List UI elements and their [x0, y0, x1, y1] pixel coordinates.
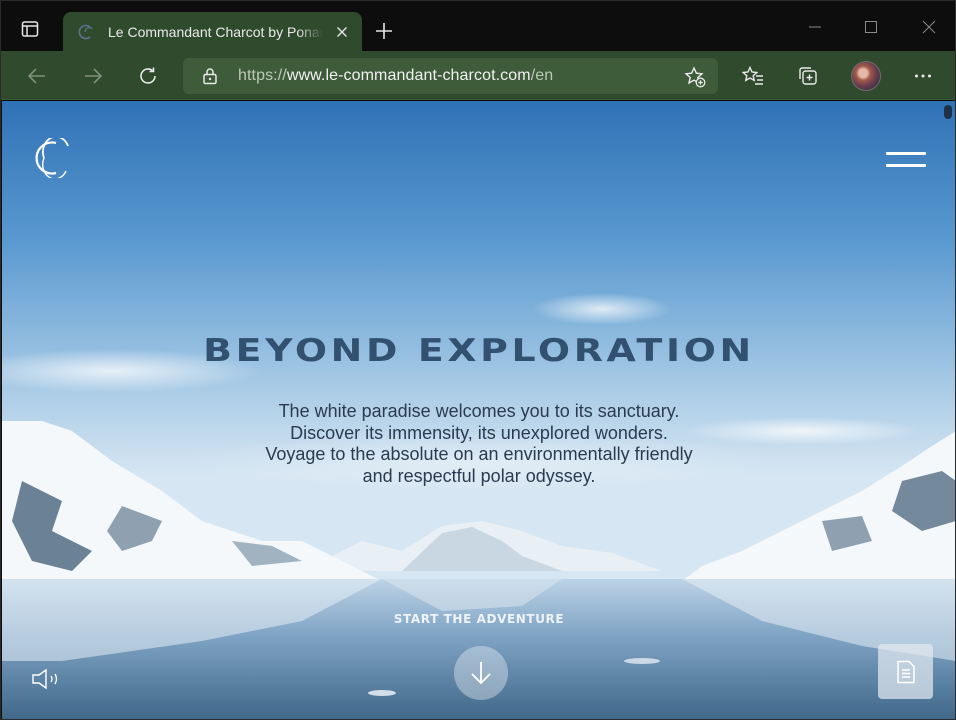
ponant-logo-icon[interactable]	[26, 135, 72, 180]
tab-actions-icon[interactable]	[15, 14, 45, 44]
scrollbar-thumb[interactable]	[944, 105, 952, 119]
hero-headline: BEYOND EXPLORATION	[203, 333, 755, 369]
plus-icon[interactable]	[371, 18, 397, 44]
hero-intro: The white paradise welcomes you to its s…	[219, 401, 739, 487]
intro-line: Discover its immensity, its unexplored w…	[290, 422, 668, 443]
start-adventure-link[interactable]: START THE ADVENTURE	[2, 612, 955, 626]
url-scheme: https://	[238, 67, 287, 84]
browser-toolbar: https://www.le-commandant-charcot.com/en	[1, 51, 955, 100]
title-bar: Le Commandant Charcot by Ponant	[1, 1, 955, 52]
browser-window: Le Commandant Charcot by Ponant https://…	[0, 0, 956, 720]
intro-line: The white paradise welcomes you to its s…	[278, 401, 680, 421]
close-icon[interactable]	[914, 13, 944, 41]
tab-title: Le Commandant Charcot by Ponant	[108, 24, 323, 40]
ponant-logo-icon	[77, 23, 95, 41]
document-icon	[896, 660, 916, 684]
hamburger-menu-icon[interactable]	[886, 151, 928, 169]
close-tab-icon[interactable]	[332, 22, 352, 42]
more-icon[interactable]	[909, 62, 937, 90]
url-text[interactable]: https://www.le-commandant-charcot.com/en	[238, 67, 553, 85]
favorites-icon[interactable]	[739, 62, 767, 90]
url-path: /en	[530, 67, 554, 84]
scroll-down-button[interactable]	[454, 646, 508, 700]
intro-line: Voyage to the absolute on an environment…	[265, 444, 693, 464]
star-plus-icon[interactable]	[684, 66, 706, 88]
url-domain: www.le-commandant-charcot.com	[286, 67, 531, 84]
lock-icon[interactable]	[201, 67, 219, 85]
arrow-down-icon	[469, 660, 493, 686]
arrow-right-icon[interactable]	[79, 62, 107, 90]
minimize-icon[interactable]	[800, 13, 830, 41]
web-page: BEYOND EXPLORATION The white paradise we…	[2, 101, 955, 719]
brochure-button[interactable]	[878, 644, 933, 699]
speaker-icon[interactable]	[28, 665, 66, 693]
address-bar[interactable]: https://www.le-commandant-charcot.com/en	[183, 58, 718, 94]
collections-icon[interactable]	[794, 62, 822, 90]
avatar[interactable]	[851, 61, 881, 91]
intro-line: and respectful polar odyssey.	[362, 465, 596, 486]
maximize-icon[interactable]	[856, 13, 886, 41]
refresh-icon[interactable]	[134, 62, 162, 90]
browser-tab[interactable]: Le Commandant Charcot by Ponant	[63, 12, 362, 52]
arrow-left-icon[interactable]	[23, 62, 51, 90]
